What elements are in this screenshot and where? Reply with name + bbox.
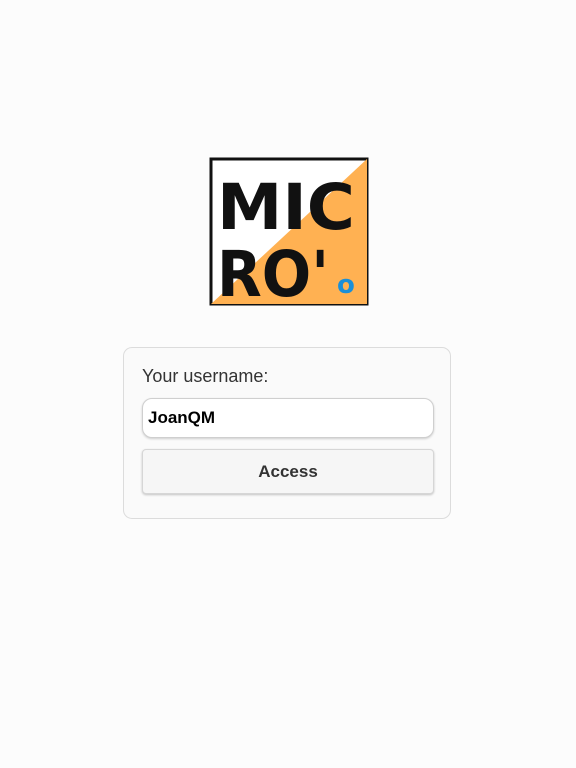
micro-o-logo: MIC RO' o xyxy=(209,157,369,306)
login-card: Your username: Access xyxy=(123,347,451,519)
username-label: Your username: xyxy=(142,366,269,386)
access-button[interactable]: Access xyxy=(142,449,434,494)
logo-line2: RO' xyxy=(217,238,329,306)
logo-badge: o xyxy=(337,270,355,300)
logo-line1: MIC xyxy=(217,171,355,244)
username-input[interactable] xyxy=(142,398,434,438)
logo-graphic: MIC RO' o xyxy=(209,157,369,306)
